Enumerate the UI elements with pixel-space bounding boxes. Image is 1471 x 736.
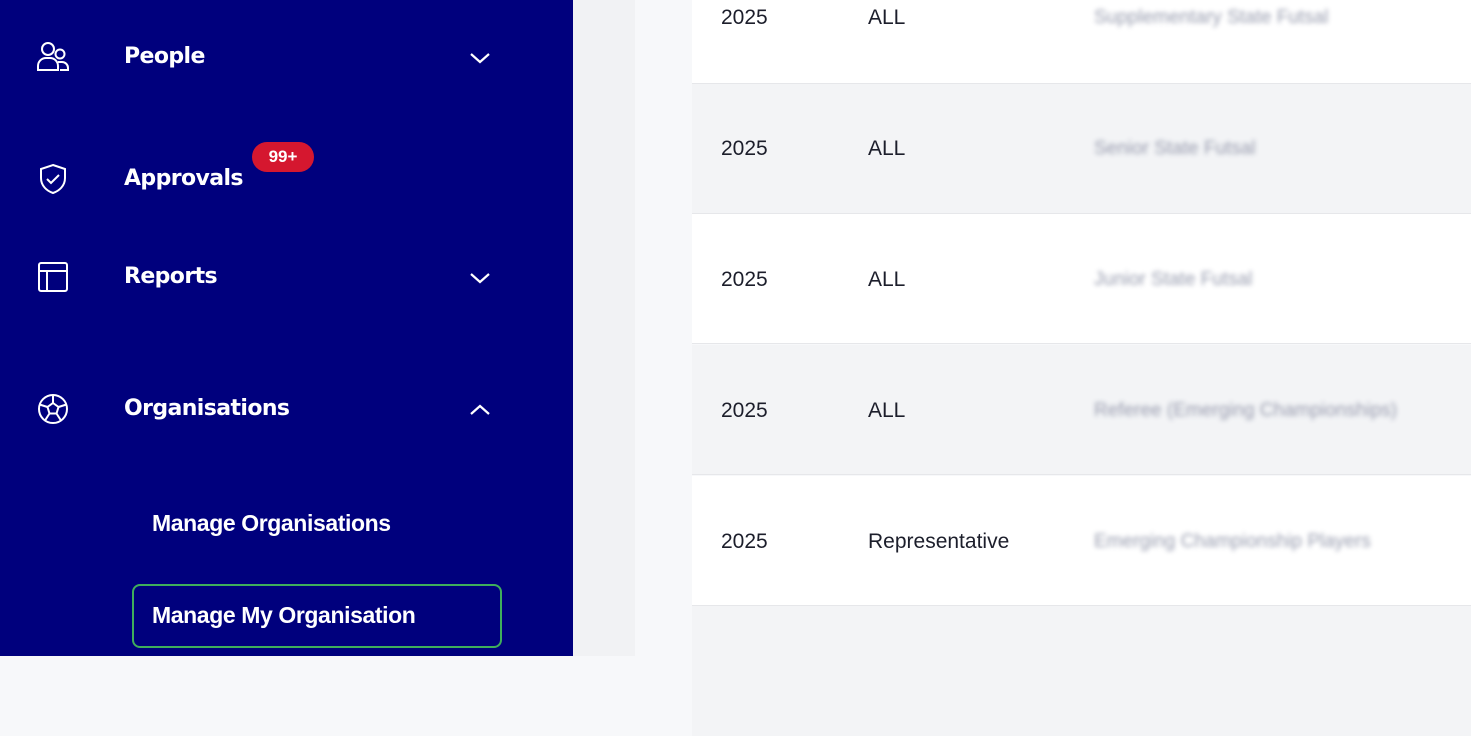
table-row[interactable]: 2025 ALL Referee (Emerging Championships… bbox=[692, 345, 1471, 475]
competitions-table: 2025 ALL Supplementary State Futsal 2025… bbox=[692, 0, 1471, 736]
type-cell: ALL bbox=[868, 6, 906, 29]
type-cell: ALL bbox=[868, 268, 906, 291]
name-cell: Supplementary State Futsal bbox=[1094, 7, 1329, 28]
content-gutter bbox=[573, 0, 635, 656]
table-row[interactable]: 2025 ALL Senior State Futsal bbox=[692, 84, 1471, 214]
year-cell: 2025 bbox=[721, 6, 768, 29]
name-cell: Emerging Championship Players bbox=[1094, 531, 1371, 552]
people-icon bbox=[36, 40, 70, 74]
type-cell: Representative bbox=[868, 530, 1010, 553]
chevron-up-icon[interactable] bbox=[466, 396, 494, 424]
sidebar-item-people[interactable]: People bbox=[0, 30, 573, 90]
type-cell: ALL bbox=[868, 137, 906, 160]
submenu-item-manage-organisations[interactable]: Manage Organisations bbox=[152, 510, 391, 537]
type-cell: ALL bbox=[868, 399, 906, 422]
table-row[interactable]: 2025 Representative Emerging Championshi… bbox=[692, 476, 1471, 606]
sidebar-item-reports[interactable]: Reports bbox=[0, 250, 573, 310]
table-row[interactable]: 2025 ALL Supplementary State Futsal bbox=[692, 0, 1471, 84]
sidebar-item-label: People bbox=[124, 44, 205, 69]
name-cell: Junior State Futsal bbox=[1094, 269, 1253, 290]
shield-check-icon bbox=[36, 162, 70, 196]
year-cell: 2025 bbox=[721, 530, 768, 553]
sidebar: People Approvals 99+ Reports Organisatio… bbox=[0, 0, 573, 656]
chevron-down-icon[interactable] bbox=[466, 44, 494, 72]
sidebar-item-organisations[interactable]: Organisations bbox=[0, 382, 573, 442]
sidebar-item-label: Approvals bbox=[124, 166, 244, 191]
year-cell: 2025 bbox=[721, 268, 768, 291]
name-cell: Senior State Futsal bbox=[1094, 138, 1256, 159]
submenu-item-manage-my-organisation[interactable]: Manage My Organisation bbox=[132, 584, 502, 648]
sidebar-item-label: Organisations bbox=[124, 396, 290, 421]
year-cell: 2025 bbox=[721, 137, 768, 160]
notification-badge: 99+ bbox=[252, 142, 314, 172]
table-row[interactable] bbox=[692, 606, 1471, 736]
table-row[interactable]: 2025 ALL Junior State Futsal bbox=[692, 214, 1471, 344]
football-icon bbox=[36, 392, 70, 426]
table-layout-icon bbox=[36, 260, 70, 294]
name-cell: Referee (Emerging Championships) bbox=[1094, 400, 1398, 421]
chevron-down-icon[interactable] bbox=[466, 264, 494, 292]
sidebar-item-label: Reports bbox=[124, 264, 218, 289]
year-cell: 2025 bbox=[721, 399, 768, 422]
